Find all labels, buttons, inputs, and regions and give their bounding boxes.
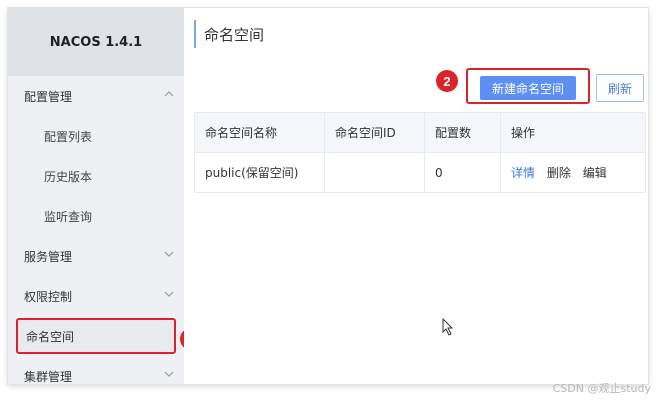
- column-header-count: 配置数: [424, 112, 501, 153]
- config-count-cell: 0: [424, 152, 501, 193]
- app-window: NACOS 1.4.1 配置管理 配置列表 历史版本 监听查询 服务管理 权限控…: [8, 8, 648, 384]
- main-content: 命名空间 2 新建命名空间 刷新 命名空间名称 命名空间ID 配置数 操作 pu…: [184, 8, 648, 384]
- sidebar-item-access-control[interactable]: 权限控制: [8, 276, 184, 316]
- sidebar-item-listener-query[interactable]: 监听查询: [8, 196, 184, 236]
- page-title: 命名空间: [194, 20, 264, 48]
- sidebar-item-service-management[interactable]: 服务管理: [8, 236, 184, 276]
- namespace-table: 命名空间名称 命名空间ID 配置数 操作 public(保留空间) 0 详情 删…: [194, 112, 646, 193]
- column-header-id: 命名空间ID: [324, 112, 425, 153]
- table-row: public(保留空间) 0 详情 删除 编辑: [194, 152, 646, 193]
- sidebar-item-cluster-management[interactable]: 集群管理: [8, 356, 184, 384]
- delete-link[interactable]: 删除: [547, 166, 571, 180]
- sidebar-item-label: 监听查询: [44, 209, 93, 224]
- chevron-down-icon: [164, 250, 174, 258]
- chevron-up-icon: [164, 90, 174, 98]
- table-header-row: 命名空间名称 命名空间ID 配置数 操作: [194, 112, 646, 153]
- sidebar-item-label: 服务管理: [24, 249, 73, 264]
- column-header-actions: 操作: [500, 112, 646, 153]
- sidebar-item-label: 集群管理: [24, 369, 73, 384]
- sidebar-menu: 配置管理 配置列表 历史版本 监听查询 服务管理 权限控制 命名空间 集群管理: [8, 76, 184, 384]
- sidebar-item-label: 命名空间: [26, 329, 75, 344]
- details-link[interactable]: 详情: [511, 166, 535, 180]
- chevron-down-icon: [164, 370, 174, 378]
- sidebar-item-label: 配置管理: [24, 89, 73, 104]
- sidebar-item-config-list[interactable]: 配置列表: [8, 116, 184, 156]
- namespace-id-cell: [324, 152, 425, 193]
- actions-cell: 详情 删除 编辑: [500, 152, 646, 193]
- sidebar-item-config-management[interactable]: 配置管理: [8, 76, 184, 116]
- sidebar-item-label: 权限控制: [24, 289, 73, 304]
- chevron-down-icon: [164, 290, 174, 298]
- watermark: CSDN @观止study: [552, 382, 651, 395]
- column-header-name: 命名空间名称: [194, 112, 325, 153]
- sidebar-item-label: 历史版本: [44, 169, 93, 184]
- sidebar-item-history[interactable]: 历史版本: [8, 156, 184, 196]
- sidebar-item-namespace[interactable]: 命名空间: [16, 318, 176, 354]
- mouse-cursor-icon: [442, 317, 454, 340]
- brand-title: NACOS 1.4.1: [8, 8, 184, 76]
- new-namespace-button[interactable]: 新建命名空间: [480, 76, 576, 100]
- annotation-badge-2: 2: [436, 70, 458, 92]
- edit-link[interactable]: 编辑: [583, 166, 607, 180]
- sidebar-item-label: 配置列表: [44, 129, 93, 144]
- sidebar: NACOS 1.4.1 配置管理 配置列表 历史版本 监听查询 服务管理 权限控…: [8, 8, 185, 384]
- namespace-name-cell: public(保留空间): [194, 152, 325, 193]
- refresh-button[interactable]: 刷新: [596, 74, 644, 102]
